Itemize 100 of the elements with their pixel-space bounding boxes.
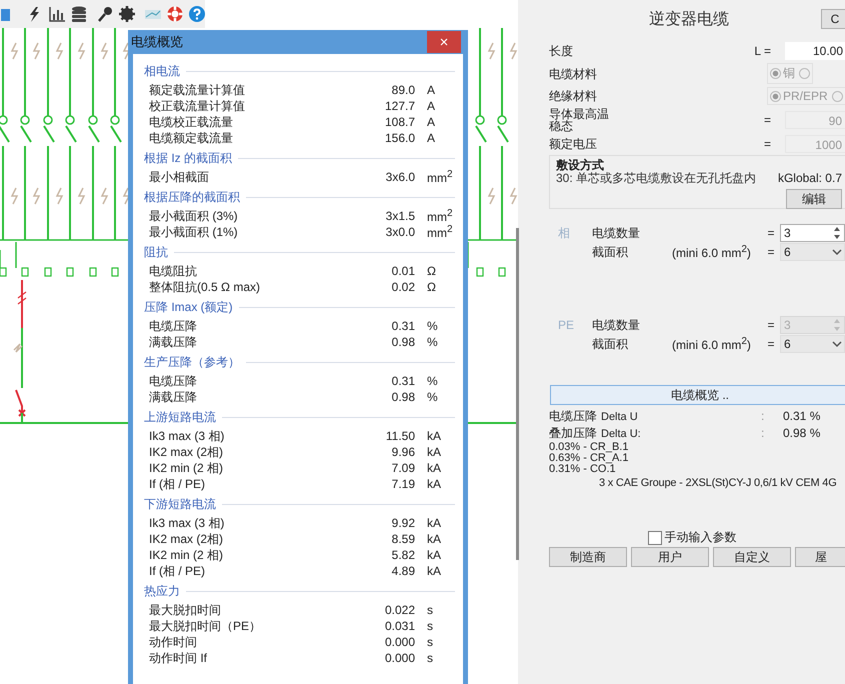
value-label: 最小截面积 (1%): [149, 224, 239, 240]
unit-text: kA: [426, 445, 442, 459]
drop-sublabel: Delta U: [600, 411, 639, 423]
param-label: 稳态: [549, 120, 573, 132]
option-button[interactable]: 屋: [795, 547, 845, 567]
drop-value: 0.31 %: [783, 409, 820, 423]
unit-text: A: [426, 115, 436, 129]
value-label: 额定载流量计算值: [149, 82, 246, 98]
chevron-down-icon[interactable]: [832, 340, 842, 348]
param-label: 导体最高温: [549, 108, 609, 120]
value-label: 动作时间 If: [149, 650, 208, 666]
equals-label: =: [766, 245, 776, 259]
lifebuoy-icon[interactable]: [166, 5, 184, 23]
separator-text: :: [761, 409, 766, 423]
database-icon[interactable]: [70, 5, 88, 23]
param-label: 绝缘材料: [549, 88, 598, 105]
checkbox-label: 手动输入参数: [664, 529, 736, 546]
value-text: 3x0.0: [384, 225, 415, 239]
input-field[interactable]: 10.00: [785, 42, 845, 60]
value-label: Ik3 max (3 相): [149, 428, 226, 444]
equals-label: =: [762, 137, 772, 151]
equals-label: =: [766, 226, 776, 240]
value-text: 0.031: [384, 619, 415, 633]
value-label: 电缆压降: [149, 372, 198, 390]
number-spinner[interactable]: 3: [780, 224, 845, 242]
value-text: 11.50: [384, 429, 415, 443]
corner-button[interactable]: C: [821, 9, 845, 29]
dropdown[interactable]: 6: [780, 335, 845, 353]
value-label: 动作时间: [149, 634, 198, 650]
unit-text: A: [426, 83, 436, 97]
drop-label: 叠加压降: [549, 425, 597, 442]
unit-text: kA: [426, 532, 442, 546]
param-label: 长度: [549, 43, 574, 60]
param-label: 截面积: [592, 244, 629, 260]
value-label: 最大脱扣时间（PE）: [149, 618, 262, 634]
value-text: 0.31: [390, 319, 415, 333]
unit-text: kA: [426, 461, 442, 475]
hint-text: (mini 6.0 mm$^{2}$): [672, 244, 752, 260]
option-button[interactable]: 自定义: [713, 547, 791, 567]
equals-label: =: [762, 113, 772, 127]
value-text: 108.7: [384, 115, 415, 129]
value-text: 0.022: [384, 603, 415, 617]
contribution-text: 0.31% - CO.1: [549, 464, 616, 475]
dropdown[interactable]: 6: [780, 243, 845, 261]
value-label: 最大脱扣时间: [149, 602, 222, 618]
radio-button[interactable]: [799, 68, 810, 79]
radio-button[interactable]: [832, 90, 843, 102]
spin-arrows-icon[interactable]: [832, 226, 842, 240]
section-heading: 压降 Imax (额定): [144, 299, 234, 316]
drop-label: 电缆压降: [549, 408, 597, 425]
option-button[interactable]: 制造商: [549, 547, 627, 567]
help-icon[interactable]: [188, 5, 206, 23]
section-heading: 热应力: [144, 583, 181, 600]
unit-text: kA: [426, 477, 442, 491]
value-text: 89.0: [390, 83, 415, 97]
close-button[interactable]: ×: [427, 31, 461, 53]
conductor-tag: 相: [549, 224, 592, 261]
value-text: 8.59: [390, 532, 415, 546]
unit-text: mm$^{2}$: [426, 224, 454, 240]
radio-button[interactable]: [770, 90, 781, 102]
param-label: 电缆数量: [592, 224, 641, 242]
edit-button[interactable]: 编辑: [786, 189, 842, 209]
k-global-text: kGlobal: 0.7: [778, 171, 842, 185]
unit-text: %: [426, 335, 439, 349]
value-label: 满载压降: [149, 388, 198, 406]
radio-button[interactable]: [770, 68, 781, 79]
bar-chart-icon[interactable]: [48, 5, 66, 23]
value-label: IK2 min (2 相): [149, 546, 224, 564]
section-heading: 上游短路电流: [144, 409, 217, 426]
unit-text: Ω: [426, 280, 437, 294]
value-text: 0.98: [390, 335, 415, 349]
value-label: 电缆额定载流量: [149, 130, 234, 146]
checkbox[interactable]: [648, 530, 662, 544]
value-text: 9.96: [390, 445, 415, 459]
value-label: 电缆阻抗: [149, 262, 198, 280]
unit-text: %: [426, 390, 439, 404]
unit-text: kA: [426, 564, 442, 578]
scrollbar[interactable]: [516, 228, 519, 560]
chevron-down-icon[interactable]: [832, 248, 842, 256]
value-label: 电缆压降: [149, 318, 198, 334]
value-label: 电缆校正载流量: [149, 114, 234, 130]
option-button[interactable]: 用户: [631, 547, 709, 567]
cable-overview-button[interactable]: 电缆概览 ..: [550, 385, 845, 405]
unit-text: mm$^{2}$: [426, 169, 454, 185]
unit-text: s: [426, 635, 434, 649]
radio-label: 铜: [783, 65, 795, 82]
settings-icon[interactable]: [118, 5, 136, 23]
value-text: 127.7: [384, 99, 415, 113]
value-label: Ik3 max (3 相): [149, 514, 226, 532]
hint-text: (mini 6.0 mm$^{2}$): [672, 336, 752, 352]
equals-label: =: [766, 337, 776, 351]
cable-reference: 3 x CAE Groupe - 2XSL(St)CY-J 0,6/1 kV CEM 4G: [598, 477, 838, 489]
panel-title: 逆变器电缆: [648, 10, 730, 30]
value-text: 4.89: [390, 564, 415, 578]
drop-sublabel: Delta U:: [600, 428, 642, 440]
value-text: 7.19: [390, 477, 415, 491]
value-label: IK2 min (2 相): [149, 460, 224, 476]
section-heading: 阻抗: [144, 244, 169, 261]
unit-text: mm$^{2}$: [426, 208, 454, 224]
unit-text: kA: [426, 429, 442, 443]
